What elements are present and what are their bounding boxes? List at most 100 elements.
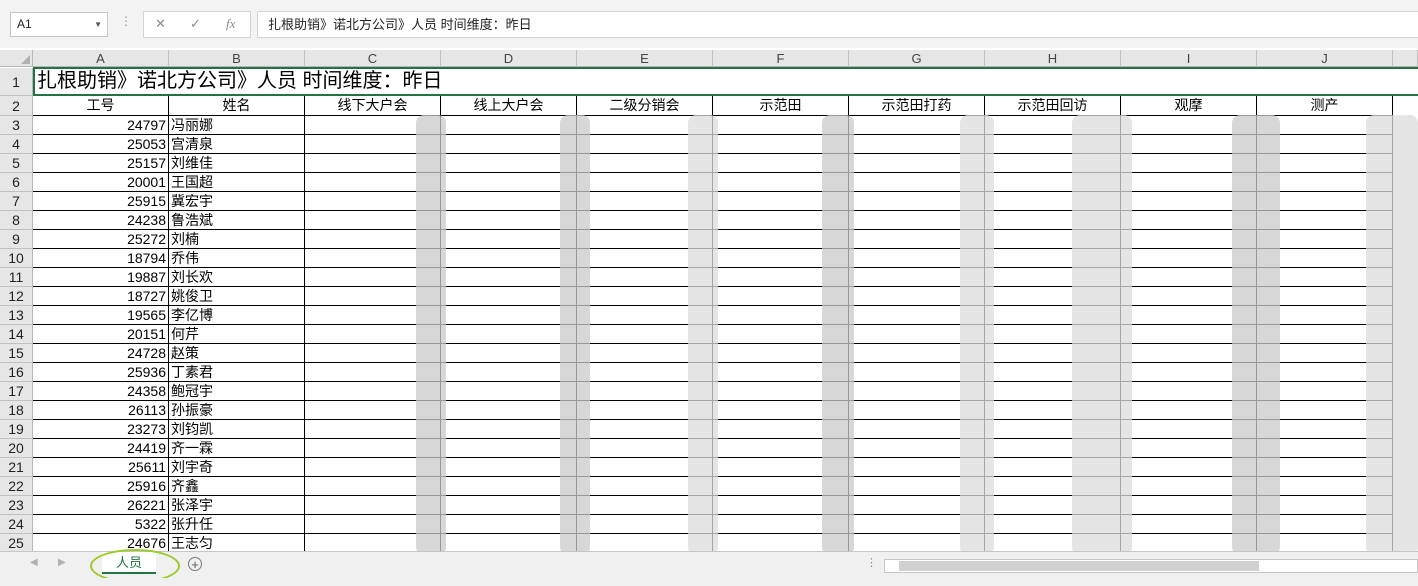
employee-id-cell[interactable]: 25157 bbox=[33, 154, 169, 173]
employee-name-cell[interactable]: 王志匀 bbox=[169, 534, 305, 551]
row-header[interactable]: 15 bbox=[0, 344, 33, 363]
sheet-tab[interactable]: 人员 bbox=[102, 552, 156, 574]
employee-name-cell[interactable]: 何芹 bbox=[169, 325, 305, 344]
header-cell[interactable]: 工号 bbox=[33, 96, 169, 116]
add-sheet-icon[interactable]: + bbox=[188, 557, 202, 571]
data-cell[interactable] bbox=[441, 287, 577, 306]
horizontal-scrollbar[interactable] bbox=[884, 559, 1418, 573]
data-cell[interactable] bbox=[441, 477, 577, 496]
employee-id-cell[interactable]: 24797 bbox=[33, 116, 169, 135]
employee-name-cell[interactable]: 张泽宇 bbox=[169, 496, 305, 515]
employee-name-cell[interactable]: 李亿博 bbox=[169, 306, 305, 325]
employee-name-cell[interactable]: 冀宏宇 bbox=[169, 192, 305, 211]
employee-id-cell[interactable]: 5322 bbox=[33, 515, 169, 534]
row-header[interactable]: 10 bbox=[0, 249, 33, 268]
header-cell[interactable]: 二级分销会 bbox=[577, 96, 713, 116]
header-cell[interactable]: 姓名 bbox=[169, 96, 305, 116]
employee-id-cell[interactable]: 25915 bbox=[33, 192, 169, 211]
row-header[interactable]: 12 bbox=[0, 287, 33, 306]
select-all-corner[interactable] bbox=[0, 50, 33, 67]
data-cell[interactable] bbox=[441, 325, 577, 344]
data-cell[interactable] bbox=[441, 154, 577, 173]
data-cell[interactable] bbox=[441, 401, 577, 420]
employee-name-cell[interactable]: 鲁浩斌 bbox=[169, 211, 305, 230]
row-header[interactable]: 2 bbox=[0, 96, 33, 116]
data-cell[interactable] bbox=[441, 382, 577, 401]
row-header[interactable]: 8 bbox=[0, 211, 33, 230]
column-header-j[interactable]: J bbox=[1257, 50, 1393, 67]
employee-id-cell[interactable]: 23273 bbox=[33, 420, 169, 439]
employee-id-cell[interactable]: 24728 bbox=[33, 344, 169, 363]
row-header[interactable]: 23 bbox=[0, 496, 33, 515]
employee-id-cell[interactable]: 25936 bbox=[33, 363, 169, 382]
employee-id-cell[interactable]: 19887 bbox=[33, 268, 169, 287]
employee-name-cell[interactable]: 刘钧凯 bbox=[169, 420, 305, 439]
employee-id-cell[interactable]: 25916 bbox=[33, 477, 169, 496]
employee-id-cell[interactable]: 18727 bbox=[33, 287, 169, 306]
data-cell[interactable] bbox=[441, 192, 577, 211]
header-cell[interactable]: 示范田回访 bbox=[985, 96, 1121, 116]
data-cell[interactable] bbox=[441, 439, 577, 458]
employee-id-cell[interactable]: 25053 bbox=[33, 135, 169, 154]
data-cell[interactable] bbox=[441, 420, 577, 439]
employee-name-cell[interactable]: 刘楠 bbox=[169, 230, 305, 249]
header-cell[interactable]: 线下大户会 bbox=[305, 96, 441, 116]
row-header[interactable]: 14 bbox=[0, 325, 33, 344]
spreadsheet-grid[interactable]: ABCDEFGHIJ 1 2 3 4 5 6 7 8 9 10 11 12 13 14 15 16 17 18 19… bbox=[0, 48, 1418, 551]
scrollbar-thumb[interactable] bbox=[899, 561, 1259, 571]
employee-name-cell[interactable]: 冯丽娜 bbox=[169, 116, 305, 135]
data-cell[interactable] bbox=[441, 496, 577, 515]
data-cell[interactable] bbox=[441, 249, 577, 268]
employee-name-cell[interactable]: 宫清泉 bbox=[169, 135, 305, 154]
data-cell[interactable] bbox=[441, 135, 577, 154]
employee-name-cell[interactable]: 丁素君 bbox=[169, 363, 305, 382]
column-header-k[interactable] bbox=[1393, 50, 1418, 67]
employee-name-cell[interactable]: 张升任 bbox=[169, 515, 305, 534]
formula-input[interactable]: 扎根助销》诺北方公司》人员 时间维度：昨日 bbox=[257, 11, 1418, 38]
row-header[interactable]: 6 bbox=[0, 173, 33, 192]
enter-icon[interactable]: ✓ bbox=[190, 12, 201, 36]
header-cell[interactable]: 示范田打药 bbox=[849, 96, 985, 116]
row-header[interactable]: 9 bbox=[0, 230, 33, 249]
employee-id-cell[interactable]: 24358 bbox=[33, 382, 169, 401]
row-header[interactable]: 11 bbox=[0, 268, 33, 287]
row-header[interactable]: 19 bbox=[0, 420, 33, 439]
data-cell[interactable] bbox=[441, 458, 577, 477]
row-header[interactable]: 16 bbox=[0, 363, 33, 382]
employee-name-cell[interactable]: 孙振豪 bbox=[169, 401, 305, 420]
data-cell[interactable] bbox=[441, 230, 577, 249]
employee-id-cell[interactable]: 19565 bbox=[33, 306, 169, 325]
employee-name-cell[interactable]: 刘长欢 bbox=[169, 268, 305, 287]
row-header[interactable]: 1 bbox=[0, 68, 33, 96]
column-header-c[interactable]: C bbox=[305, 50, 441, 67]
data-cell[interactable] bbox=[441, 211, 577, 230]
row-header[interactable]: 22 bbox=[0, 477, 33, 496]
employee-id-cell[interactable]: 20151 bbox=[33, 325, 169, 344]
header-cell[interactable]: 测产 bbox=[1257, 96, 1393, 116]
employee-name-cell[interactable]: 刘维佳 bbox=[169, 154, 305, 173]
row-header[interactable]: 18 bbox=[0, 401, 33, 420]
data-cell[interactable] bbox=[441, 173, 577, 192]
row-header[interactable]: 17 bbox=[0, 382, 33, 401]
header-cell[interactable]: 观摩 bbox=[1121, 96, 1257, 116]
employee-name-cell[interactable]: 乔伟 bbox=[169, 249, 305, 268]
employee-name-cell[interactable]: 姚俊卫 bbox=[169, 287, 305, 306]
scroll-tabs-right-icon[interactable]: ▶ bbox=[58, 557, 66, 568]
employee-id-cell[interactable]: 24238 bbox=[33, 211, 169, 230]
chevron-down-icon[interactable]: ▼ bbox=[94, 13, 102, 36]
name-box[interactable]: A1 ▼ bbox=[10, 12, 108, 37]
sheet-title-cell[interactable]: 扎根助销》诺北方公司》人员 时间维度：昨日 bbox=[33, 68, 1418, 95]
column-header-d[interactable]: D bbox=[441, 50, 577, 67]
employee-id-cell[interactable]: 26113 bbox=[33, 401, 169, 420]
scroll-split-icon[interactable]: ⋮ bbox=[866, 556, 877, 569]
column-header-a[interactable]: A bbox=[33, 50, 169, 67]
employee-name-cell[interactable]: 刘宇奇 bbox=[169, 458, 305, 477]
employee-id-cell[interactable]: 25611 bbox=[33, 458, 169, 477]
data-cell[interactable] bbox=[441, 534, 577, 551]
employee-name-cell[interactable]: 齐一霖 bbox=[169, 439, 305, 458]
row-header[interactable]: 24 bbox=[0, 515, 33, 534]
employee-id-cell[interactable]: 24676 bbox=[33, 534, 169, 551]
data-cell[interactable] bbox=[441, 268, 577, 287]
column-header-g[interactable]: G bbox=[849, 50, 985, 67]
fx-icon[interactable]: fx bbox=[226, 12, 235, 36]
